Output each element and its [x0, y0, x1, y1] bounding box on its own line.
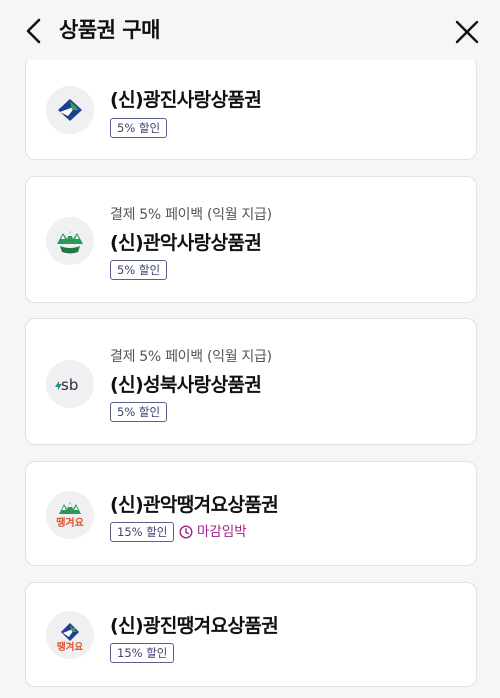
voucher-name: (신)광진사랑상품권: [110, 89, 262, 111]
discount-badge: 5% 할인: [110, 402, 168, 422]
discount-badge: 5% 할인: [110, 118, 168, 138]
chevron-left-icon: [26, 18, 41, 44]
back-button[interactable]: [22, 16, 50, 46]
gwanak-logo-icon: [46, 217, 94, 265]
voucher-card-gwangjin-ddanggyeoyo[interactable]: 땡겨요 (신)광진땡겨요상품권 15% 할인: [25, 582, 477, 687]
voucher-card-gwangjin[interactable]: (신)광진사랑상품권 5% 할인: [25, 56, 477, 160]
svg-text:sb: sb: [61, 376, 78, 394]
gwangjin-logo-icon: [46, 86, 94, 134]
app-frame: (신)광진사랑상품권 5% 할인 결제 5% 페이백 (익월 지급) (신)관악…: [0, 0, 500, 698]
page-title: 상품권 구매: [59, 18, 160, 42]
voucher-name: (신)관악사랑상품권: [110, 232, 262, 254]
deadline-label: 마감임박: [179, 522, 269, 542]
voucher-name: (신)성북사랑상품권: [110, 374, 262, 396]
close-icon: [455, 20, 479, 44]
voucher-card-seongbuk[interactable]: sb 결제 5% 페이백 (익월 지급) (신)성북사랑상품권 5% 할인: [25, 318, 477, 445]
voucher-name: (신)관악땡겨요상품권: [110, 494, 279, 516]
close-button[interactable]: [454, 19, 480, 45]
discount-badge: 15% 할인: [110, 522, 175, 542]
top-header: 상품권 구매: [0, 0, 500, 60]
svg-text:땡겨요: 땡겨요: [56, 516, 84, 529]
gwangjin-ddanggyeoyo-logo-icon: 땡겨요: [46, 611, 94, 659]
seongbuk-sb-logo-icon: sb: [46, 360, 94, 408]
svg-text:땡겨요: 땡겨요: [57, 641, 83, 653]
voucher-name: (신)광진땡겨요상품권: [110, 615, 279, 637]
payback-text: 결제 5% 페이백 (익월 지급): [110, 207, 272, 223]
voucher-card-gwanak-ddanggyeoyo[interactable]: 땡겨요 (신)관악땡겨요상품권 15% 할인 마감임박: [25, 461, 477, 566]
discount-badge: 5% 할인: [110, 260, 168, 280]
deadline-text: 마감임박: [197, 524, 247, 540]
discount-badge: 15% 할인: [110, 643, 175, 663]
voucher-card-gwanak[interactable]: 결제 5% 페이백 (익월 지급) (신)관악사랑상품권 5% 할인: [25, 176, 477, 303]
gwanak-ddanggyeoyo-logo-icon: 땡겨요: [46, 491, 94, 539]
voucher-list: (신)광진사랑상품권 5% 할인 결제 5% 페이백 (익월 지급) (신)관악…: [0, 0, 500, 698]
clock-icon: [179, 525, 193, 539]
payback-text: 결제 5% 페이백 (익월 지급): [110, 349, 272, 365]
